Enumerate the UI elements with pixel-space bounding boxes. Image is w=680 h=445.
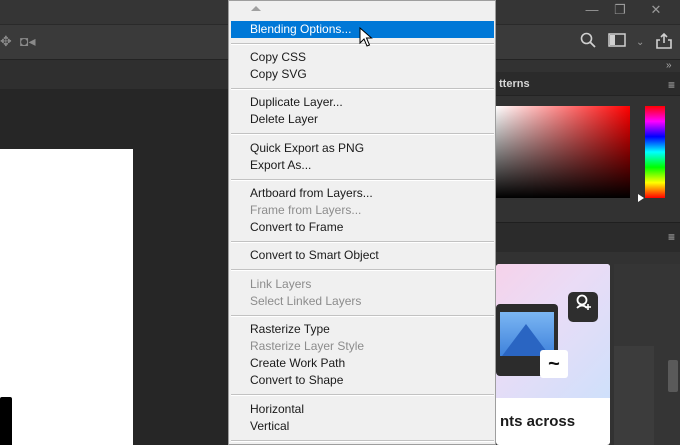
color-picker-field[interactable] bbox=[496, 106, 630, 198]
learn-card-illustration: ~ bbox=[496, 264, 610, 398]
menu-separator bbox=[231, 440, 494, 442]
menu-item-export-as[interactable]: Export As... bbox=[231, 157, 494, 174]
brush-icon: ~ bbox=[540, 350, 568, 378]
learn-panel-header bbox=[496, 222, 680, 252]
menu-item-horizontal[interactable]: Horizontal bbox=[231, 401, 494, 418]
menu-item-copy-svg[interactable]: Copy SVG bbox=[231, 66, 494, 83]
menu-item-rasterize-layer-style: Rasterize Layer Style bbox=[250, 339, 365, 353]
panel-menu-icon[interactable]: ≡ bbox=[668, 78, 675, 92]
menu-item-vertical[interactable]: Vertical bbox=[231, 418, 494, 435]
next-card-preview bbox=[614, 346, 654, 445]
restore-button[interactable]: ❐ bbox=[606, 0, 634, 22]
menu-item-create-work-path[interactable]: Create Work Path bbox=[231, 355, 494, 372]
menu-item-duplicate-layer[interactable]: Duplicate Layer... bbox=[231, 94, 494, 111]
layer-context-menu: Blending Options... Copy CSS Copy SVG Du… bbox=[228, 0, 496, 445]
learn-panel-menu-icon[interactable]: ≡ bbox=[668, 230, 675, 244]
menu-item-frame-from-layers: Frame from Layers... bbox=[250, 203, 362, 217]
scroll-up-arrow-icon[interactable] bbox=[251, 6, 261, 11]
document-canvas[interactable] bbox=[0, 149, 133, 445]
learn-card-title: nts across bbox=[500, 413, 576, 430]
menu-item-link-layers: Link Layers bbox=[250, 277, 312, 291]
menu-item-convert-to-shape[interactable]: Convert to Shape bbox=[231, 372, 494, 389]
add-profile-icon[interactable] bbox=[568, 292, 598, 322]
menu-separator bbox=[231, 179, 494, 181]
search-icon[interactable] bbox=[580, 32, 596, 53]
menu-item-convert-to-smart-object[interactable]: Convert to Smart Object bbox=[231, 247, 494, 264]
menu-item-select-linked-layers: Select Linked Layers bbox=[250, 294, 362, 308]
menu-item-artboard-from-layers[interactable]: Artboard from Layers... bbox=[231, 185, 494, 202]
menu-separator bbox=[231, 394, 494, 396]
close-button[interactable]: ✕ bbox=[642, 0, 670, 22]
menu-separator bbox=[231, 241, 494, 243]
hue-marker[interactable] bbox=[638, 194, 644, 202]
minimize-button[interactable]: — bbox=[578, 0, 606, 22]
menu-item-delete-layer[interactable]: Delete Layer bbox=[231, 111, 494, 128]
menu-separator bbox=[231, 315, 494, 317]
chevron-down-icon[interactable]: ⌄ bbox=[636, 37, 644, 48]
type-layer-glyph bbox=[0, 397, 12, 445]
menu-separator bbox=[231, 133, 494, 135]
menu-item-copy-css[interactable]: Copy CSS bbox=[231, 49, 494, 66]
menu-item-convert-to-frame[interactable]: Convert to Frame bbox=[231, 219, 494, 236]
hue-slider[interactable] bbox=[645, 106, 665, 198]
collapse-panels-icon[interactable]: » bbox=[666, 60, 672, 71]
mouse-cursor-icon bbox=[359, 27, 373, 47]
menu-separator bbox=[231, 88, 494, 90]
document-tab-row bbox=[0, 60, 228, 90]
menu-item-quick-export-png[interactable]: Quick Export as PNG bbox=[231, 140, 494, 157]
workspace-icon[interactable] bbox=[608, 32, 626, 53]
menu-item-rasterize-type[interactable]: Rasterize Type bbox=[231, 321, 494, 338]
menu-separator bbox=[231, 269, 494, 271]
share-icon[interactable] bbox=[655, 32, 673, 55]
tab-patterns[interactable]: tterns bbox=[499, 78, 530, 90]
transform-3d-icon[interactable]: ✥ bbox=[0, 33, 12, 50]
panel-scrollbar[interactable] bbox=[668, 360, 678, 392]
video-camera-icon[interactable]: ◘◂ bbox=[20, 33, 35, 50]
